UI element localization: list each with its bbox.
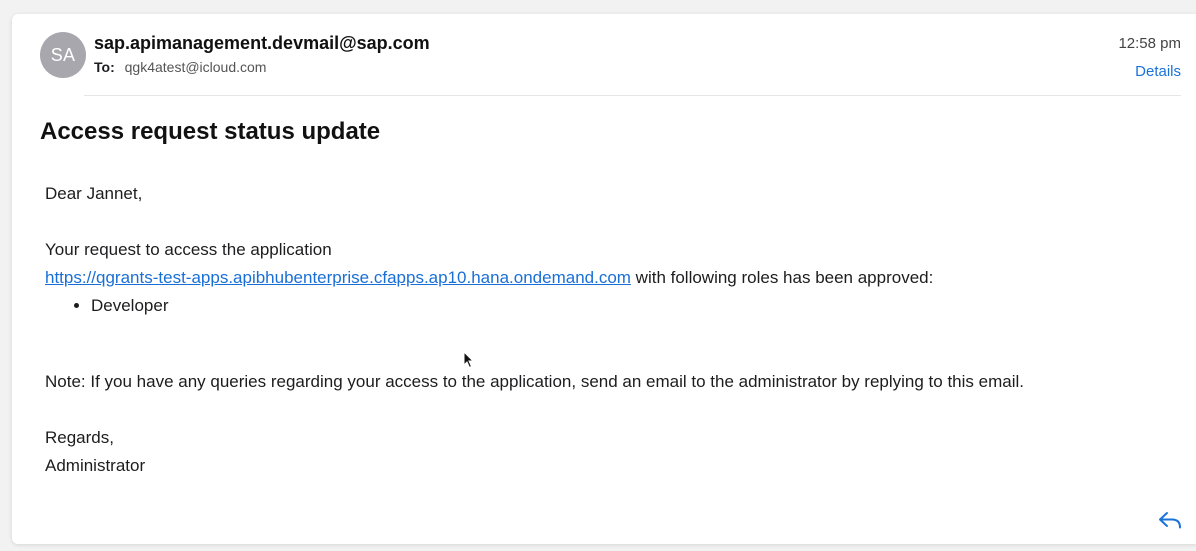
closing: Regards, [45, 428, 114, 447]
avatar: SA [40, 32, 86, 78]
header-divider [84, 95, 1181, 96]
to-label: To: [94, 59, 115, 75]
list-item: Developer [91, 292, 1186, 320]
reply-icon[interactable] [1158, 510, 1182, 530]
request-suffix: with following roles has been approved: [630, 268, 934, 287]
received-time: 12:58 pm [1118, 35, 1181, 52]
email-header: SA sap.apimanagement.devmail@sap.com To:… [12, 14, 1196, 96]
recipient-address: qgk4atest@icloud.com [124, 59, 267, 75]
email-body: Dear Jannet, Your request to access the … [45, 180, 1186, 480]
details-link[interactable]: Details [1135, 63, 1181, 80]
request-intro: Your request to access the application [45, 240, 332, 259]
email-card: SA sap.apimanagement.devmail@sap.com To:… [12, 14, 1196, 544]
recipient-line: To: qgk4atest@icloud.com [94, 59, 266, 75]
greeting: Dear Jannet, [45, 184, 143, 203]
application-link[interactable]: https://qgrants-test-apps.apibhubenterpr… [45, 268, 631, 287]
note-text: Note: If you have any queries regarding … [45, 372, 1024, 391]
sender-address: sap.apimanagement.devmail@sap.com [94, 33, 430, 53]
mouse-pointer-icon [463, 351, 475, 369]
roles-list: Developer [45, 292, 1186, 320]
signature: Administrator [45, 456, 146, 475]
request-line: https://qgrants-test-apps.apibhubenterpr… [45, 264, 1186, 292]
email-subject: Access request status update [40, 118, 381, 145]
